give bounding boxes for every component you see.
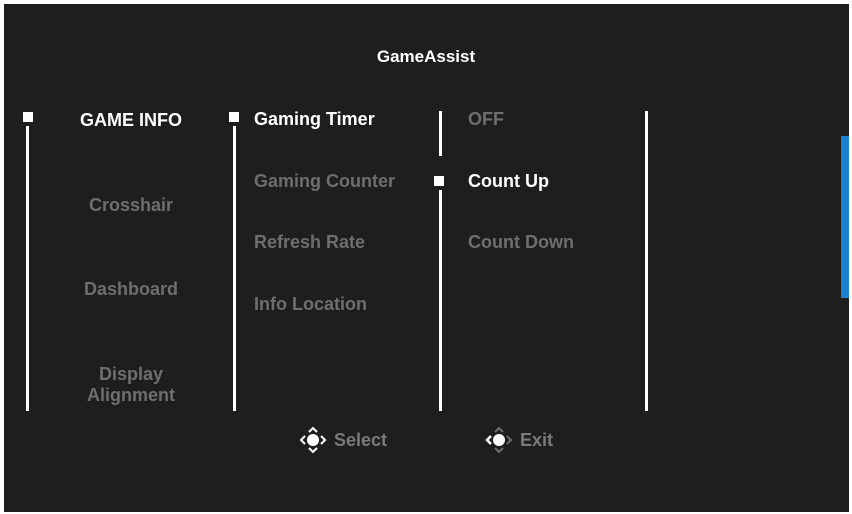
selection-marker-option — [229, 112, 239, 122]
exit-hint: Exit — [485, 426, 553, 454]
joystick-select-icon — [299, 426, 327, 454]
scroll-indicator — [841, 136, 849, 298]
category-dashboard[interactable]: Dashboard — [28, 279, 234, 300]
value-count-up[interactable]: Count Up — [468, 171, 549, 192]
option-gaming-counter[interactable]: Gaming Counter — [254, 171, 395, 192]
option-info-location[interactable]: Info Location — [254, 294, 367, 315]
joystick-left-icon — [485, 426, 513, 454]
column-divider — [439, 190, 442, 411]
value-count-down[interactable]: Count Down — [468, 232, 574, 253]
category-game-info[interactable]: GAME INFO — [28, 110, 234, 131]
category-crosshair[interactable]: Crosshair — [28, 195, 234, 216]
osd-menu-panel — [4, 4, 849, 512]
column-divider — [645, 111, 648, 411]
column-divider — [233, 126, 236, 411]
column-divider — [439, 111, 442, 156]
option-gaming-timer[interactable]: Gaming Timer — [254, 109, 375, 130]
select-label: Select — [334, 429, 388, 450]
menu-title: GameAssist — [376, 47, 476, 66]
select-hint: Select — [299, 426, 387, 454]
exit-label: Exit — [520, 429, 554, 450]
category-display-alignment[interactable]: Display Alignment — [81, 364, 181, 406]
column-divider — [26, 126, 29, 411]
option-refresh-rate[interactable]: Refresh Rate — [254, 232, 365, 253]
selection-marker-value — [434, 176, 444, 186]
value-off[interactable]: OFF — [468, 109, 504, 130]
